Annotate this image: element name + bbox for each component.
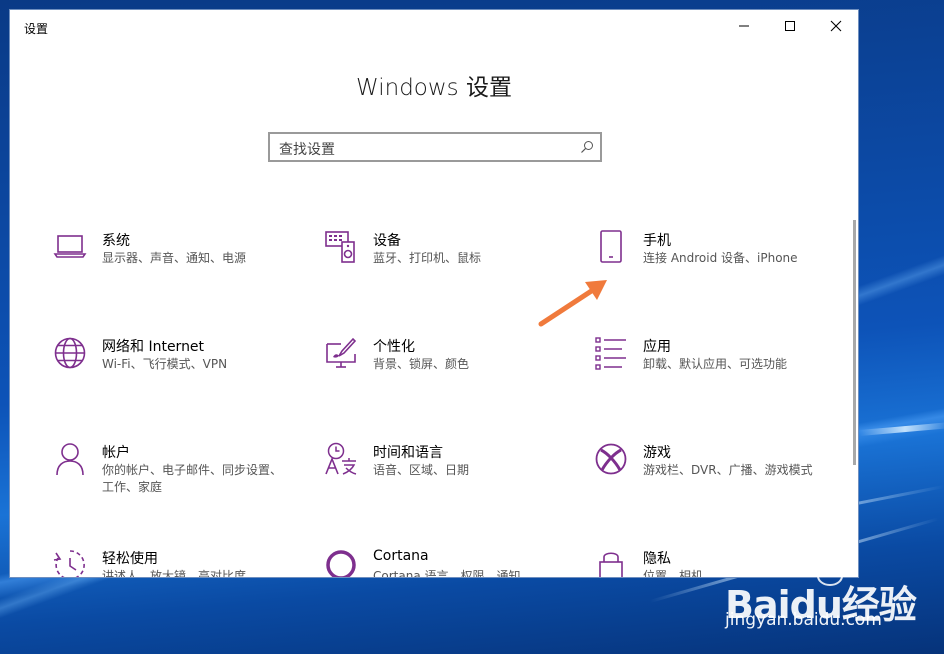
lock-icon — [593, 548, 629, 577]
app-list-icon — [593, 336, 629, 372]
tile-name: 时间和语言 — [373, 445, 443, 461]
tile-name: 帐户 — [102, 445, 130, 461]
cortana-icon — [323, 548, 359, 577]
tile-description: 讲述人、放大镜、高对比度 — [102, 569, 247, 578]
settings-tile-accounts[interactable]: 帐户 你的帐户、电子邮件、同步设置、工作、家庭 — [52, 442, 302, 522]
settings-tile-network[interactable]: 网络和 Internet Wi-Fi、飞行模式、VPN — [52, 336, 302, 416]
settings-tile-cortana[interactable]: Cortana Cortana 语言、权限、通知 — [323, 548, 573, 578]
annotation-arrow-icon — [538, 280, 607, 327]
tile-description: 卸载、默认应用、可选功能 — [643, 357, 788, 371]
tile-description: 语音、区域、日期 — [373, 463, 470, 477]
ease-of-access-icon — [52, 548, 88, 577]
page-title: Windows 设置 — [356, 75, 512, 101]
window-title: 设置 — [24, 22, 49, 36]
watermark-url: jingyan.baidu.com — [725, 610, 882, 630]
tile-name: 轻松使用 — [102, 551, 158, 567]
tile-description: 你的帐户、电子邮件、同步设置、工作、家庭 — [102, 463, 283, 494]
tile-description: 游戏栏、DVR、广播、游戏模式 — [643, 463, 813, 477]
title-bar[interactable]: 设置 — [10, 10, 858, 44]
phone-icon — [593, 230, 629, 266]
search-input[interactable]: 查找设置 — [268, 132, 602, 162]
tile-name: 手机 — [643, 233, 671, 249]
tile-description: 蓝牙、打印机、鼠标 — [373, 251, 482, 265]
settings-window: 设置 Windows 设置 查找设置 系统 显示器、声音、通知、电源 设备 蓝牙… — [9, 9, 859, 578]
search-placeholder: 查找设置 — [279, 142, 335, 158]
baidu-watermark: Baidu经验 jingyan.baidu.com — [725, 548, 935, 648]
tile-name: 游戏 — [643, 445, 671, 461]
tile-name: 应用 — [643, 339, 671, 355]
vertical-scrollbar[interactable] — [853, 220, 856, 465]
settings-tile-apps[interactable]: 应用 卸载、默认应用、可选功能 — [593, 336, 843, 416]
tile-description: Wi-Fi、飞行模式、VPN — [102, 357, 228, 371]
settings-tile-time-language[interactable]: 时间和语言 语音、区域、日期 — [323, 442, 573, 522]
maximize-icon — [785, 21, 795, 31]
tile-name: 个性化 — [373, 339, 415, 355]
wallpaper-light-streak — [859, 422, 944, 436]
tile-description: Cortana 语言、权限、通知 — [373, 569, 521, 578]
keyboard-speaker-icon — [323, 230, 359, 266]
time-language-icon — [323, 442, 359, 478]
search-icon[interactable] — [580, 140, 594, 154]
tile-description: 背景、锁屏、颜色 — [373, 357, 470, 371]
paint-monitor-icon — [323, 336, 359, 372]
globe-icon — [52, 336, 88, 372]
settings-tile-system[interactable]: 系统 显示器、声音、通知、电源 — [52, 230, 302, 310]
settings-tile-phone[interactable]: 手机 连接 Android 设备、iPhone — [593, 230, 843, 310]
settings-tile-personalization[interactable]: 个性化 背景、锁屏、颜色 — [323, 336, 573, 416]
laptop-icon — [52, 230, 88, 266]
close-icon — [830, 20, 842, 32]
tile-name: 设备 — [373, 233, 401, 249]
close-button[interactable] — [813, 10, 858, 42]
person-icon — [52, 442, 88, 478]
settings-tile-ease-of-access[interactable]: 轻松使用 讲述人、放大镜、高对比度 — [52, 548, 302, 578]
xbox-icon — [593, 442, 629, 478]
tile-name: 隐私 — [643, 551, 671, 567]
tile-name: 网络和 Internet — [102, 339, 205, 355]
tile-name: Cortana — [373, 548, 429, 564]
settings-tile-gaming[interactable]: 游戏 游戏栏、DVR、广播、游戏模式 — [593, 442, 843, 522]
minimize-icon — [739, 25, 749, 27]
tile-name: 系统 — [102, 233, 130, 249]
minimize-button[interactable] — [721, 10, 767, 42]
maximize-button[interactable] — [767, 10, 813, 42]
tile-description: 显示器、声音、通知、电源 — [102, 251, 247, 265]
tile-description: 连接 Android 设备、iPhone — [643, 251, 798, 265]
